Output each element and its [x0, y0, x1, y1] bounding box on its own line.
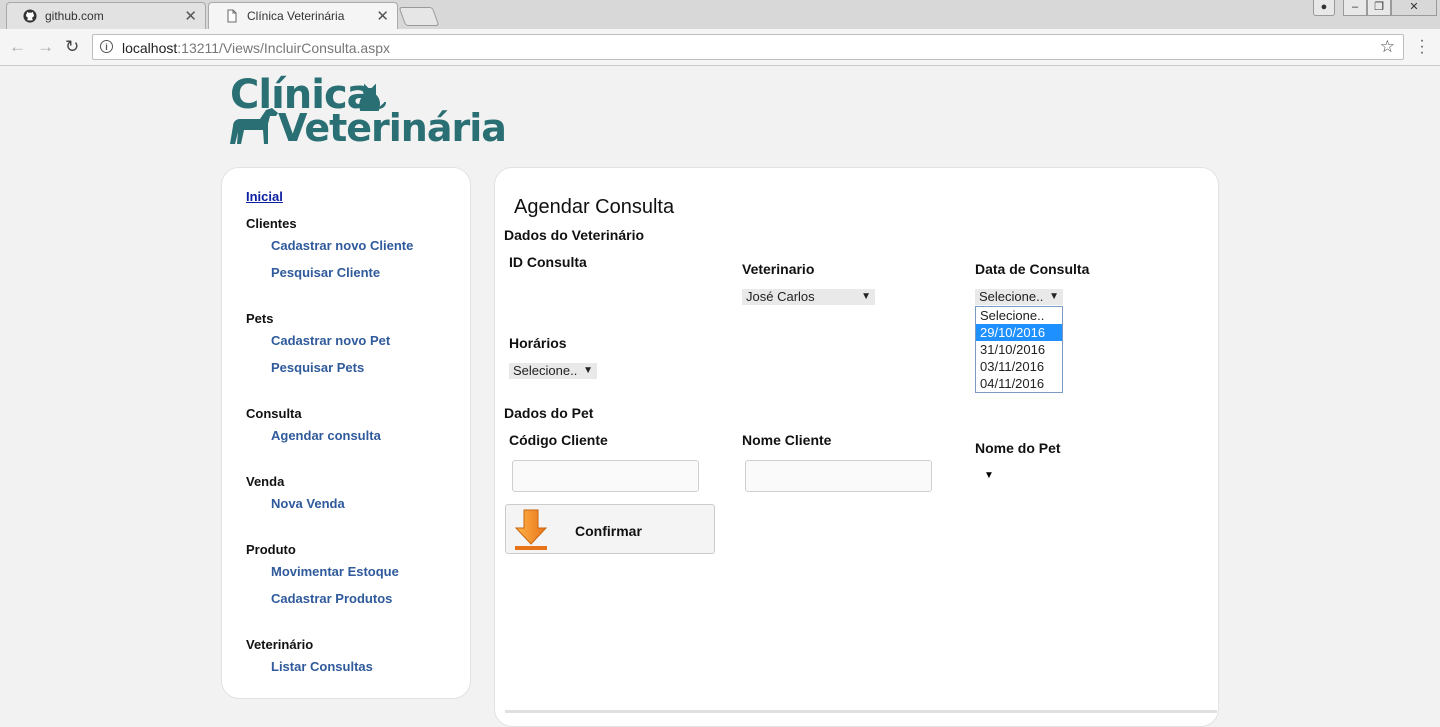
- sidebar-group-veterinario: Veterinário: [246, 637, 314, 652]
- section-pet-heading: Dados do Pet: [504, 405, 594, 421]
- data-consulta-select[interactable]: Selecione.. ▼: [975, 289, 1063, 305]
- minimize-icon[interactable]: –: [1343, 0, 1367, 16]
- info-icon[interactable]: i: [100, 40, 113, 53]
- codigo-cliente-label: Código Cliente: [509, 432, 608, 448]
- close-tab-icon[interactable]: ✕: [376, 7, 389, 25]
- sidebar-link-pesquisar-pets[interactable]: Pesquisar Pets: [271, 360, 364, 375]
- download-arrow-icon: [514, 509, 548, 550]
- browser-toolbar: ← → ↻ i localhost:13211/Views/IncluirCon…: [0, 29, 1440, 66]
- dropdown-arrow-icon: ▼: [583, 365, 593, 376]
- sidebar-link-listar-consultas[interactable]: Listar Consultas: [271, 659, 373, 674]
- sidebar-link-cadastrar-cliente[interactable]: Cadastrar novo Cliente: [271, 238, 413, 253]
- confirm-button[interactable]: Confirmar: [505, 504, 715, 554]
- page-title: Agendar Consulta: [514, 196, 675, 218]
- divider: [505, 710, 1217, 713]
- veterinario-select-value: José Carlos: [746, 289, 815, 304]
- date-option[interactable]: 03/11/2016: [976, 358, 1062, 375]
- id-consulta-label: ID Consulta: [509, 254, 587, 270]
- sidebar-link-movimentar-estoque[interactable]: Movimentar Estoque: [271, 564, 399, 579]
- codigo-cliente-input[interactable]: [512, 460, 699, 492]
- date-option[interactable]: 31/10/2016: [976, 341, 1062, 358]
- data-consulta-label: Data de Consulta: [975, 261, 1090, 277]
- close-tab-icon[interactable]: ✕: [184, 7, 197, 25]
- sidebar-group-produto: Produto: [246, 542, 296, 557]
- veterinario-select[interactable]: José Carlos ▼: [742, 289, 875, 305]
- restore-icon[interactable]: ❐: [1367, 0, 1391, 16]
- menu-icon[interactable]: · · ·: [1418, 33, 1426, 61]
- sidebar-link-inicial[interactable]: Inicial: [246, 189, 283, 204]
- sidebar: Inicial Clientes Cadastrar novo Cliente …: [221, 167, 471, 699]
- bookmark-star-icon[interactable]: ☆: [1380, 37, 1395, 57]
- tab-label: Clínica Veterinária: [247, 9, 345, 23]
- confirm-label: Confirmar: [575, 523, 642, 539]
- nome-pet-label: Nome do Pet: [975, 440, 1061, 456]
- tab-clinica[interactable]: Clínica Veterinária ✕: [208, 2, 398, 30]
- nome-cliente-input[interactable]: [745, 460, 932, 492]
- date-option-highlighted[interactable]: 29/10/2016: [976, 324, 1062, 341]
- horarios-select[interactable]: Selecione.. ▼: [509, 363, 597, 379]
- sidebar-link-cadastrar-pet[interactable]: Cadastrar novo Pet: [271, 333, 390, 348]
- profile-icon[interactable]: ●: [1313, 0, 1335, 16]
- nome-cliente-label: Nome Cliente: [742, 432, 832, 448]
- sidebar-group-consulta: Consulta: [246, 406, 302, 421]
- logo-line2: Veterinária: [278, 106, 507, 150]
- date-option[interactable]: Selecione..: [976, 307, 1062, 324]
- browser-tab-bar: github.com ✕ Clínica Veterinária ✕ ● – ❐…: [0, 0, 1440, 30]
- data-consulta-dropdown-list: Selecione.. 29/10/2016 31/10/2016 03/11/…: [975, 306, 1063, 393]
- dropdown-arrow-icon: ▼: [1049, 291, 1059, 302]
- nome-pet-select[interactable]: ▼: [984, 470, 994, 481]
- forward-icon[interactable]: →: [37, 37, 54, 57]
- sidebar-group-clientes: Clientes: [246, 216, 297, 231]
- horarios-select-value: Selecione..: [513, 363, 578, 378]
- sidebar-link-nova-venda[interactable]: Nova Venda: [271, 496, 345, 511]
- sidebar-group-pets: Pets: [246, 311, 274, 326]
- data-consulta-select-value: Selecione..: [979, 289, 1044, 304]
- date-option[interactable]: 04/11/2016: [976, 375, 1062, 392]
- sidebar-link-pesquisar-cliente[interactable]: Pesquisar Cliente: [271, 265, 380, 280]
- dropdown-arrow-icon: ▼: [861, 291, 871, 302]
- address-bar[interactable]: i localhost:13211/Views/IncluirConsulta.…: [92, 34, 1404, 60]
- veterinario-label: Veterinario: [742, 261, 815, 277]
- github-icon: [23, 9, 37, 23]
- page-icon: [227, 9, 237, 23]
- tab-label: github.com: [45, 9, 104, 23]
- sidebar-link-cadastrar-produtos[interactable]: Cadastrar Produtos: [271, 591, 392, 606]
- sidebar-group-venda: Venda: [246, 474, 285, 489]
- back-icon[interactable]: ←: [9, 37, 26, 57]
- new-tab-button[interactable]: [398, 7, 440, 26]
- main-panel: Agendar Consulta Dados do Veterinário ID…: [494, 167, 1219, 727]
- horarios-label: Horários: [509, 335, 567, 351]
- logo: Clínica Veterinária: [228, 72, 507, 150]
- sidebar-link-agendar-consulta[interactable]: Agendar consulta: [271, 428, 381, 443]
- tab-github[interactable]: github.com ✕: [6, 2, 206, 29]
- url-text: localhost:13211/Views/IncluirConsulta.as…: [122, 40, 390, 56]
- reload-icon[interactable]: ↻: [65, 37, 79, 57]
- dog-icon: [230, 108, 278, 144]
- close-window-icon[interactable]: ✕: [1391, 0, 1437, 16]
- section-vet-heading: Dados do Veterinário: [504, 227, 645, 243]
